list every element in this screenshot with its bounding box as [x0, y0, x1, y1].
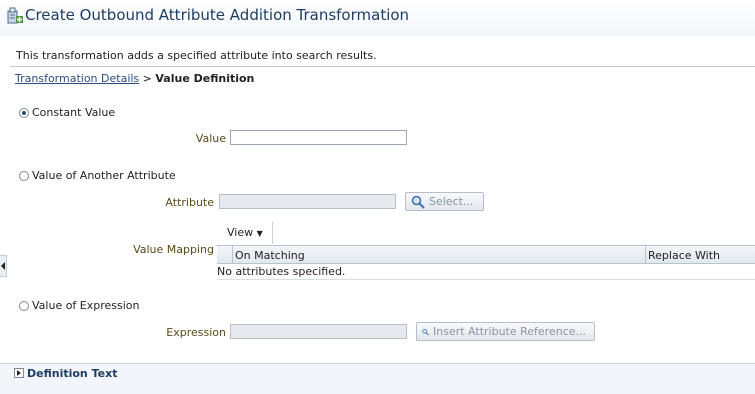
table-bottom-border: [217, 279, 755, 280]
attribute-field: [219, 194, 396, 209]
view-menu-label: View: [227, 226, 254, 239]
collapse-panel-handle[interactable]: [0, 255, 7, 277]
expand-icon[interactable]: [14, 368, 24, 378]
page-description: This transformation adds a specified att…: [16, 49, 377, 62]
page-title: Create Outbound Attribute Addition Trans…: [25, 6, 410, 24]
expression-option-label: Value of Expression: [32, 299, 140, 312]
breadcrumb-separator: >: [142, 72, 152, 85]
radio-unselected-icon[interactable]: [19, 170, 29, 181]
value-mapping-label: Value Mapping: [133, 243, 214, 256]
column-on-matching[interactable]: On Matching: [235, 249, 305, 262]
page-header: Create Outbound Attribute Addition Trans…: [0, 0, 755, 36]
insert-attribute-reference-button[interactable]: Insert Attribute Reference...: [416, 322, 595, 341]
divider: [10, 66, 755, 67]
insert-button-label: Insert Attribute Reference...: [433, 325, 586, 338]
value-label: Value: [195, 132, 226, 145]
expression-radio[interactable]: Value of Expression: [19, 299, 140, 312]
search-icon: [411, 195, 425, 209]
expression-label: Expression: [166, 326, 226, 339]
table-header: On Matching Replace With: [217, 246, 755, 264]
breadcrumb: Transformation Details > Value Definitio…: [15, 72, 254, 85]
column-replace-with[interactable]: Replace With: [648, 249, 720, 262]
constant-value-label: Constant Value: [32, 106, 116, 119]
chevron-down-icon: ▼: [256, 229, 263, 238]
select-button-label: Select...: [429, 195, 474, 208]
empty-table-message: No attributes specified.: [217, 265, 346, 278]
view-menu[interactable]: View ▼: [227, 226, 263, 239]
constant-value-radio[interactable]: Constant Value: [19, 106, 115, 119]
breadcrumb-link-transformation-details[interactable]: Transformation Details: [15, 72, 139, 85]
attribute-label: Attribute: [165, 196, 214, 209]
expression-field: [230, 324, 407, 339]
another-attribute-label: Value of Another Attribute: [32, 169, 176, 182]
transformation-icon: [6, 7, 24, 25]
select-button[interactable]: Select...: [405, 192, 484, 211]
radio-selected-icon[interactable]: [19, 107, 29, 118]
column-divider[interactable]: [645, 246, 646, 263]
row-select-column[interactable]: [217, 246, 233, 263]
breadcrumb-current: Value Definition: [155, 72, 255, 85]
radio-unselected-icon[interactable]: [19, 300, 29, 311]
definition-text-header[interactable]: Definition Text: [27, 367, 117, 380]
value-mapping-table: On Matching Replace With No attributes s…: [217, 245, 755, 280]
value-input[interactable]: [230, 130, 407, 145]
another-attribute-radio[interactable]: Value of Another Attribute: [19, 169, 176, 182]
search-icon: [422, 328, 429, 335]
